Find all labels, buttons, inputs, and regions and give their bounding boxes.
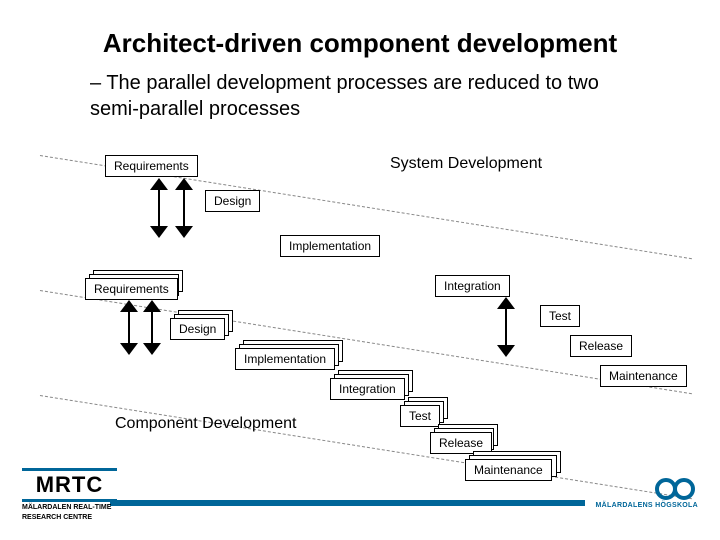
comp-implementation: Implementation: [235, 348, 335, 370]
sys-implementation: Implementation: [280, 235, 380, 257]
sys-design: Design: [205, 190, 260, 212]
sys-maintenance: Maintenance: [600, 365, 687, 387]
slide-subtitle: – The parallel development processes are…: [90, 70, 650, 122]
footer-divider: [110, 500, 585, 506]
mdh-logo: MÄLARDALENS HÖGSKOLA: [596, 478, 698, 509]
comp-test: Test: [400, 405, 440, 427]
comp-requirements: Requirements: [85, 278, 178, 300]
mdh-logo-icon: [652, 478, 698, 500]
mrtc-subtitle-1: MÄLARDALEN REAL-TIME: [22, 504, 117, 512]
mrtc-logo-text: MRTC: [22, 468, 117, 502]
component-development-label: Component Development: [115, 415, 296, 433]
mdh-text: MÄLARDALENS HÖGSKOLA: [596, 502, 698, 509]
slide-title: Architect-driven component development: [0, 28, 720, 59]
mrtc-subtitle-2: RESEARCH CENTRE: [22, 514, 117, 522]
system-development-label: System Development: [390, 155, 542, 173]
mrtc-logo: MRTC MÄLARDALEN REAL-TIME RESEARCH CENTR…: [22, 468, 117, 521]
sys-release: Release: [570, 335, 632, 357]
sys-integration: Integration: [435, 275, 510, 297]
sys-requirements: Requirements: [105, 155, 198, 177]
comp-design: Design: [170, 318, 225, 340]
comp-integration: Integration: [330, 378, 405, 400]
comp-maintenance: Maintenance: [465, 459, 552, 481]
sys-test: Test: [540, 305, 580, 327]
dashed-guide: [40, 395, 692, 499]
